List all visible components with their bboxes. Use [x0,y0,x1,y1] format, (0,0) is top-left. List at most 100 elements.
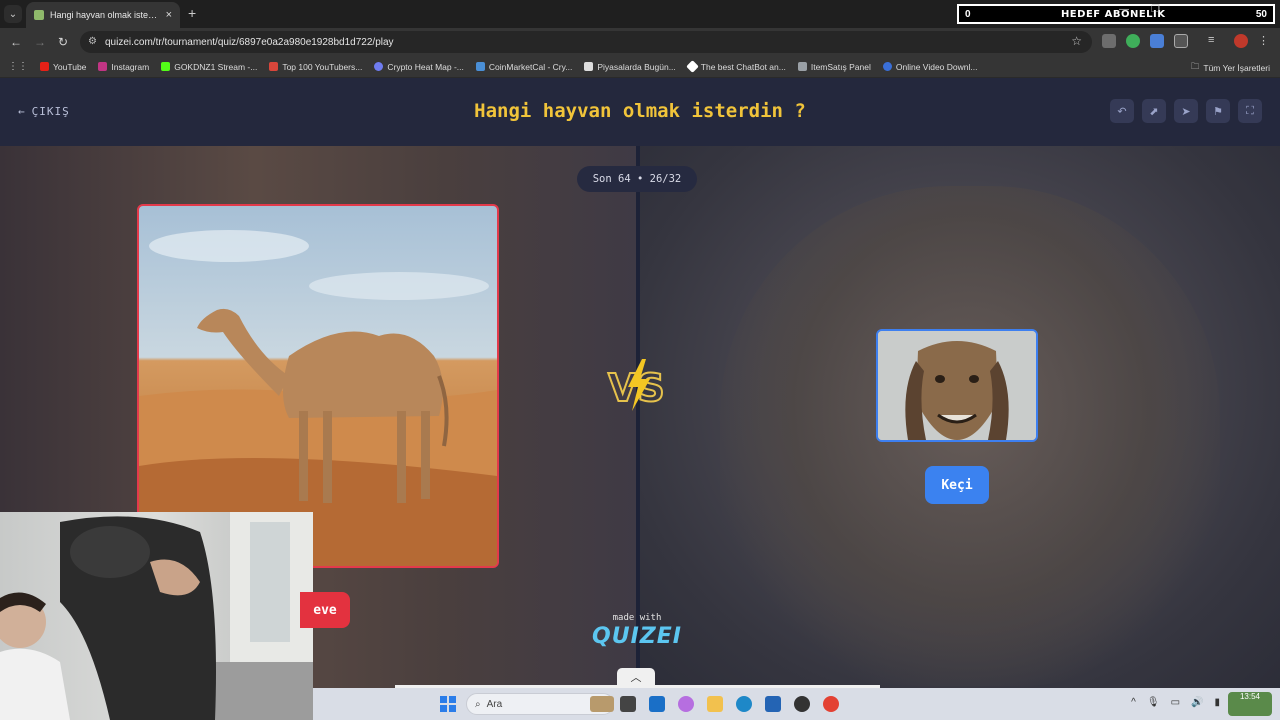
panel-icon [797,62,807,71]
extension-shield-icon[interactable] [1102,34,1116,48]
taskbar-clock[interactable]: 13:54 [1228,692,1272,716]
fullscreen-icon[interactable]: ⛶ [1238,99,1262,123]
webcam-overlay [0,512,313,720]
chevron-up-tray-icon[interactable]: ^ [1131,697,1136,708]
apps-grid-icon[interactable]: ⋮⋮ [8,61,28,72]
crypto-icon [374,62,384,71]
downloader-icon [882,62,892,71]
tab-title: Hangi hayvan olmak isterdin ? [50,10,160,20]
chatbot-icon [685,60,699,73]
chrome-icon[interactable] [823,696,839,712]
new-tab-button[interactable]: + [188,5,196,21]
tab-favicon-icon [34,10,44,20]
bookmarks-bar: ⋮⋮ YouTube Instagram GOKDNZ1 Stream -...… [0,56,1280,78]
bookmark-label: ItemSatış Panel [810,61,871,72]
file-explorer-icon[interactable] [707,696,723,712]
bookmark-label: Piyasalarda Bugün... [597,61,676,72]
tab-close-icon[interactable]: × [166,9,172,21]
media-queue-icon[interactable]: ≡ [1208,34,1222,48]
bookmark-star-icon[interactable]: ☆ [1071,34,1082,48]
bookmark-item[interactable]: Top 100 YouTubers... [269,62,362,72]
search-highlight-camel-icon [590,696,614,712]
quiz-toolbar: ↶ ⬈ ➤ ⚑ ⛶ [1110,99,1262,123]
bookmark-item[interactable]: Instagram [98,62,149,72]
choose-camel-button[interactable]: eve [300,592,350,628]
bookmark-label: Top 100 YouTubers... [282,61,363,72]
bookmark-label: CoinMarketCal - Cry... [488,61,573,72]
all-bookmarks[interactable]: 🗀 Tüm Yer İşaretleri [1191,61,1270,75]
bookmark-label: Crypto Heat Map -... [387,61,464,72]
task-view-icon[interactable] [620,696,636,712]
bookmark-label: Instagram [111,61,150,72]
subscriber-goal-overlay: 0 HEDEF ABONELIK 50 [957,4,1275,24]
bookmark-item[interactable]: ItemSatış Panel [797,61,871,72]
outlook-icon[interactable] [649,696,665,712]
coinmarketcal-icon [475,62,485,71]
all-bookmarks-label: Tüm Yer İşaretleri [1203,63,1270,73]
bookmark-label: The best ChatBot an... [700,61,786,72]
reload-icon[interactable]: ↻ [58,35,68,49]
folder-icon: 🗀 [1190,61,1200,71]
goal-current-value: 0 [965,8,971,20]
webcam-image [0,512,313,720]
bookmark-item[interactable]: Online Video Downl... [882,61,978,72]
send-icon[interactable]: ➤ [1174,99,1198,123]
round-indicator: Son 64 • 26/32 [577,166,697,192]
made-with-label: made with [612,613,662,623]
bookmark-item[interactable]: Piyasalarda Bugün... [584,61,676,72]
search-icon: ⌕ [475,698,481,710]
chart-icon [269,62,279,71]
url-field[interactable]: ⚙ quizei.com/tr/tournament/quiz/6897e0a2… [80,31,1092,53]
bookmark-item[interactable]: GOKDNZ1 Stream -... [161,62,257,72]
active-tab[interactable]: Hangi hayvan olmak isterdin ? × [26,2,180,28]
search-placeholder: Ara [486,698,503,710]
goal-target-value: 50 [1255,8,1267,20]
profile-avatar[interactable] [1234,34,1248,48]
microphone-icon[interactable]: 🎙 [1147,697,1160,708]
choose-goat-button[interactable]: Keçi [925,466,989,504]
goat-image [878,331,1036,440]
forward-arrow-icon[interactable]: → [34,35,46,49]
quiz-header: ← ÇIKIŞ Hangi hayvan olmak isterdin ? ↶ … [0,78,1280,146]
system-tray: ^ 🎙 ▭ 🔊 ▮ [1131,697,1220,708]
copilot-icon[interactable] [678,696,694,712]
address-toolbar: ← → ↻ ⚙ quizei.com/tr/tournament/quiz/68… [0,28,1280,56]
store-icon[interactable] [765,696,781,712]
bookmark-label: YouTube [53,61,87,72]
app-icon[interactable] [794,696,810,712]
bookmark-label: GOKDNZ1 Stream -... [174,61,258,72]
bookmark-item[interactable]: The best ChatBot an... [685,60,786,73]
edge-icon[interactable] [736,696,752,712]
flag-icon[interactable]: ⚑ [1206,99,1230,123]
volume-icon[interactable]: 🔊 [1191,697,1203,708]
bookmark-item[interactable]: YouTube [40,62,86,72]
extension-green-icon[interactable] [1126,34,1140,48]
undo-icon[interactable]: ↶ [1110,99,1134,123]
extension-blue-icon[interactable] [1150,34,1164,48]
browser-menu-icon[interactable]: ⋮ [1258,34,1272,48]
window-controls: — ❐ [1119,4,1160,15]
windows-start-icon[interactable] [440,696,456,712]
chevron-up-icon[interactable]: ︿ [617,668,655,686]
back-arrow-icon[interactable]: ← [10,35,22,49]
bookmark-item[interactable]: Crypto Heat Map -... [374,62,464,72]
screen: ⌄ Hangi hayvan olmak isterdin ? × + 0 HE… [0,0,1280,720]
kick-icon [161,62,171,71]
news-icon [584,62,594,71]
goat-choice-card[interactable] [876,329,1038,442]
quizei-logo[interactable]: QUIZEI [587,624,687,649]
minimize-icon[interactable]: — [1119,4,1129,15]
tab-search-button[interactable]: ⌄ [4,5,22,23]
battery-icon[interactable]: ▮ [1214,697,1220,708]
youtube-icon [40,62,49,71]
url-text: quizei.com/tr/tournament/quiz/6897e0a2a9… [105,36,394,48]
clock-time: 13:54 [1239,692,1261,701]
bookmark-item[interactable]: CoinMarketCal - Cry... [475,61,573,72]
share-icon[interactable]: ⬈ [1142,99,1166,123]
bookmark-label: Online Video Downl... [895,61,978,72]
restore-icon[interactable]: ❐ [1151,4,1160,15]
network-icon[interactable]: ▭ [1171,697,1180,708]
quiz-title: Hangi hayvan olmak isterdin ? [474,100,806,122]
extensions-puzzle-icon[interactable] [1174,34,1188,48]
site-info-icon[interactable]: ⚙ [88,36,97,47]
